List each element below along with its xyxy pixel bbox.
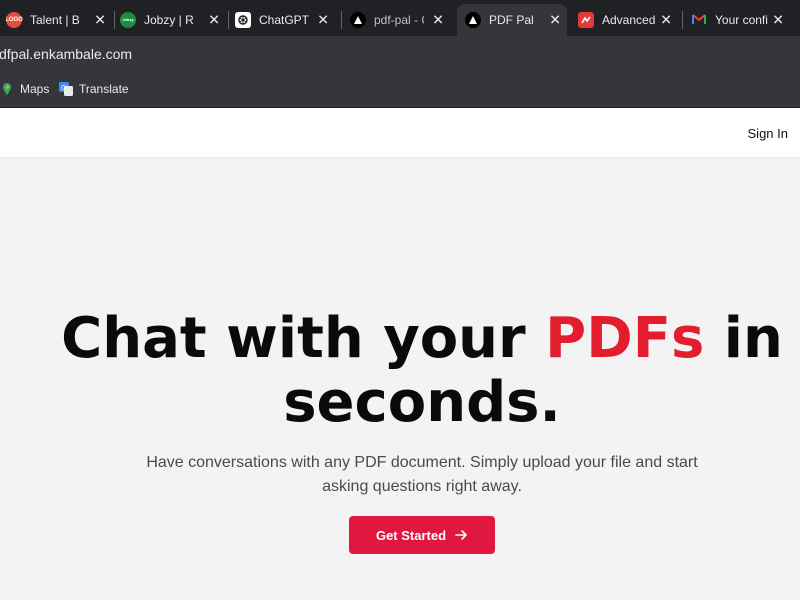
tab-title: PDF Pal — [489, 13, 534, 27]
headline-text: in — [704, 306, 783, 371]
tab-title: Jobzy | Rea — [144, 12, 194, 27]
bookmarks-bar: Maps G Translate — [0, 72, 800, 108]
tab-separator — [114, 11, 115, 29]
button-label: Get Started — [375, 527, 447, 543]
bookmark-maps[interactable]: Maps — [0, 82, 49, 96]
maps-icon — [0, 82, 14, 96]
hero-subtitle: Have conversations with any PDF document… — [140, 451, 704, 499]
url-input[interactable]: dfpal.enkambale.com — [0, 46, 132, 62]
hero-section: Chat with your PDFs in seconds. Have con… — [0, 159, 800, 600]
tab-separator — [682, 11, 683, 29]
tab-separator — [228, 11, 229, 29]
triangle-favicon-icon — [465, 12, 481, 28]
tab-gmail[interactable]: Your confi ✕ — [691, 5, 800, 34]
close-icon[interactable]: ✕ — [317, 11, 329, 28]
close-icon[interactable]: ✕ — [208, 11, 220, 28]
tab-chatgpt[interactable]: ChatGPT ✕ — [235, 5, 335, 34]
headline-text: Chat with your — [61, 306, 546, 371]
get-started-button[interactable]: Get Started — [349, 516, 495, 554]
bookmark-label: Translate — [79, 82, 129, 96]
sign-in-link[interactable]: Sign In — [748, 126, 788, 141]
tab-title: ChatGPT — [259, 12, 310, 27]
subtitle-line: Have conversations with any PDF document… — [146, 454, 698, 471]
chatgpt-favicon-icon — [235, 11, 251, 28]
arrow-right-icon — [454, 528, 468, 542]
close-icon[interactable]: ✕ — [432, 11, 444, 28]
tab-title: pdf-pal - C — [374, 12, 424, 27]
headline-accent: PDFs — [545, 306, 705, 371]
triangle-favicon-icon — [350, 11, 366, 28]
close-icon[interactable]: ✕ — [660, 11, 672, 28]
tab-title: Your confi — [715, 12, 768, 27]
bookmark-translate[interactable]: G Translate — [59, 82, 129, 96]
hero-headline: Chat with your PDFs in seconds. — [0, 307, 800, 435]
translate-icon: G — [59, 82, 73, 96]
gmail-icon — [691, 12, 707, 28]
close-icon[interactable]: ✕ — [772, 11, 784, 28]
subtitle-line: asking questions right away. — [322, 478, 522, 495]
close-icon[interactable]: ✕ — [549, 12, 561, 29]
tab-separator — [341, 11, 342, 29]
jobzy-favicon-icon: Jobzy — [120, 11, 136, 28]
headline-line2: seconds. — [283, 370, 561, 435]
tab-pdf-pal-code[interactable]: pdf-pal - C ✕ — [350, 5, 450, 34]
tab-title: Advanced — [602, 12, 656, 27]
advanced-favicon-icon — [578, 11, 594, 28]
address-bar: dfpal.enkambale.com — [0, 36, 800, 72]
tab-advanced[interactable]: Advanced ✕ — [578, 5, 678, 34]
bookmark-label: Maps — [20, 82, 50, 96]
tab-title: Talent | Bac — [30, 12, 80, 27]
tab-talent[interactable]: LOGO Talent | Bac ✕ — [6, 5, 112, 34]
site-header: Sign In — [0, 108, 800, 158]
talent-favicon-icon: LOGO — [6, 11, 23, 28]
close-icon[interactable]: ✕ — [94, 11, 106, 28]
browser-tab-strip: LOGO Talent | Bac ✕ Jobzy Jobzy | Rea ✕ … — [0, 0, 800, 36]
tab-pdf-pal[interactable]: PDF Pal ✕ — [457, 4, 567, 36]
tab-jobzy[interactable]: Jobzy Jobzy | Rea ✕ — [120, 5, 226, 34]
svg-text:G: G — [61, 84, 66, 92]
